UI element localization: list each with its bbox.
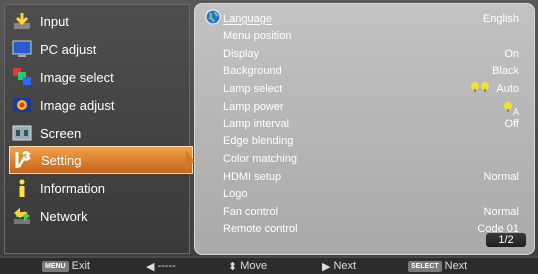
row-lamp-select[interactable]: Lamp select Auto xyxy=(223,80,519,97)
row-label: Fan control xyxy=(223,205,279,218)
menu-item-label: Screen xyxy=(40,125,82,141)
row-label: Edge blending xyxy=(223,134,294,147)
wrench-icon xyxy=(13,150,33,170)
menu-item-label: Image select xyxy=(40,69,114,85)
menu-item-label: PC adjust xyxy=(40,41,97,57)
screen-icon xyxy=(12,123,32,143)
menu-item-label: Input xyxy=(40,13,69,29)
row-logo[interactable]: Logo xyxy=(223,185,519,202)
exit-hint: MENU Exit xyxy=(42,259,90,273)
move-hint: ⬍ Move xyxy=(228,259,267,273)
row-menu-position[interactable]: Menu position xyxy=(223,27,519,44)
row-value: Off xyxy=(504,117,519,130)
menu-item-label: Information xyxy=(40,180,106,196)
row-label: Remote control xyxy=(223,222,298,235)
lamp-icon xyxy=(503,101,513,116)
image-select-icon xyxy=(12,67,32,87)
row-lamp-power[interactable]: Lamp power A xyxy=(223,98,519,117)
row-label: Color matching xyxy=(223,152,297,165)
row-hdmi-setup[interactable]: HDMI setup Normal xyxy=(223,168,519,185)
menu-item-pc-adjust[interactable]: PC adjust xyxy=(9,36,185,62)
back-dashes: ----- xyxy=(157,260,176,272)
exit-label: Exit xyxy=(71,260,90,272)
row-label: Menu position xyxy=(223,29,292,42)
row-label: Display xyxy=(223,47,260,60)
key-guide-bar: MENU Exit ◀ ----- ⬍ Move ▶ Next SELECT N… xyxy=(0,258,538,274)
row-label: Background xyxy=(223,64,282,77)
row-value: English xyxy=(482,12,519,25)
row-edge-blending[interactable]: Edge blending xyxy=(223,132,519,149)
menu-item-screen[interactable]: Screen xyxy=(9,120,185,146)
row-lamp-interval[interactable]: Lamp interval Off xyxy=(223,115,519,132)
osd-frame: Input PC adjust Image select Image adjus… xyxy=(0,0,538,256)
input-arrow-icon xyxy=(12,11,32,31)
row-label: Lamp interval xyxy=(223,117,290,130)
row-label: Lamp select xyxy=(223,82,283,95)
monitor-icon xyxy=(12,39,32,59)
row-label: Lamp power xyxy=(223,100,284,113)
menu-item-label: Image adjust xyxy=(40,97,115,113)
row-value-wrap: Auto xyxy=(470,81,519,96)
row-remote-control[interactable]: Remote control Code 01 xyxy=(223,220,519,237)
row-language[interactable]: Language English xyxy=(223,10,519,27)
menu-item-label: Setting xyxy=(41,152,82,168)
menu-item-input[interactable]: Input xyxy=(9,8,185,34)
row-fan-control[interactable]: Fan control Normal xyxy=(223,203,519,220)
select-key-badge: SELECT xyxy=(408,260,442,272)
network-icon xyxy=(12,206,32,226)
move-label: Move xyxy=(240,260,268,272)
row-value: On xyxy=(504,47,519,60)
setting-submenu: Language English Menu position Display O… xyxy=(194,3,535,255)
page-indicator: 1/2 xyxy=(486,233,526,247)
back-hint: ◀ ----- xyxy=(146,259,176,273)
row-value: Auto xyxy=(496,82,519,95)
row-display[interactable]: Display On xyxy=(223,45,519,62)
menu-item-network[interactable]: Network xyxy=(9,203,185,229)
row-value: Black xyxy=(492,64,519,77)
row-background[interactable]: Background Black xyxy=(223,62,519,79)
menu-item-setting[interactable]: Setting xyxy=(9,146,193,174)
globe-icon xyxy=(205,9,221,25)
left-arrow-icon: ◀ xyxy=(146,260,155,273)
right-arrow-icon: ▶ xyxy=(322,260,331,273)
row-color-matching[interactable]: Color matching xyxy=(223,150,519,167)
next-label: Next xyxy=(333,260,357,272)
menu-item-label: Network xyxy=(40,208,88,224)
active-pointer xyxy=(186,150,194,172)
image-adjust-icon xyxy=(12,95,32,115)
menu-item-information[interactable]: Information xyxy=(9,175,185,201)
next-arrow-hint: ▶ Next xyxy=(322,259,356,273)
row-label: Language xyxy=(223,12,272,25)
row-value: Normal xyxy=(483,205,519,218)
row-label: Logo xyxy=(223,187,248,200)
info-icon xyxy=(12,178,32,198)
row-label: HDMI setup xyxy=(223,170,282,183)
main-menu: Input PC adjust Image select Image adjus… xyxy=(4,4,193,254)
up-down-arrow-icon: ⬍ xyxy=(228,260,238,273)
row-value: Normal xyxy=(483,170,519,183)
select-hint: SELECT Next xyxy=(408,259,467,273)
menu-key-badge: MENU xyxy=(42,260,69,272)
dual-lamp-icon xyxy=(470,81,492,96)
menu-item-image-select[interactable]: Image select xyxy=(9,64,185,90)
menu-item-image-adjust[interactable]: Image adjust xyxy=(9,92,185,118)
select-next-label: Next xyxy=(444,260,468,272)
